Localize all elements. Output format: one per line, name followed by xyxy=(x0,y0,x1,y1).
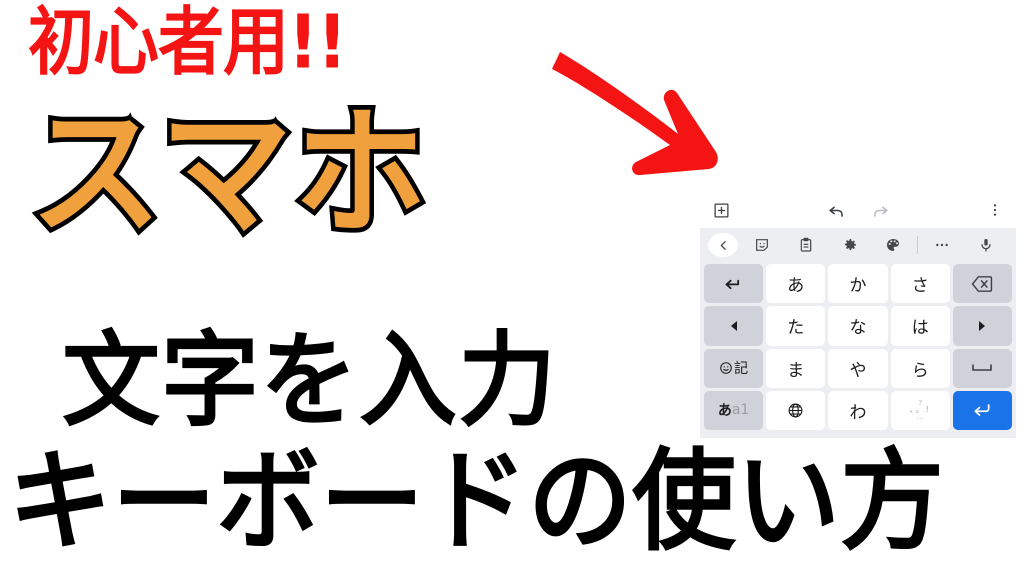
key-punctuation[interactable]: ? 、。! … xyxy=(890,390,950,430)
key-punctuation-flick-bottom: … xyxy=(916,413,924,422)
key-emoji-symbols[interactable]: 記 xyxy=(704,348,764,388)
chevron-left-icon[interactable] xyxy=(708,233,738,257)
microphone-icon[interactable] xyxy=(964,237,1008,253)
thumbnail-canvas: 初心者用!! スマホ 文字を入力 キーボードの使い方 あ か さ た な は 記… xyxy=(0,0,1024,576)
key-ra[interactable]: ら xyxy=(890,348,950,388)
globe-icon xyxy=(788,403,803,418)
gear-icon[interactable] xyxy=(828,237,872,253)
key-ta[interactable]: た xyxy=(766,306,826,346)
key-na[interactable]: な xyxy=(828,306,888,346)
more-vertical-icon[interactable] xyxy=(984,199,1006,221)
key-language[interactable] xyxy=(766,390,826,430)
key-undo-conversion[interactable] xyxy=(704,264,764,304)
space-icon xyxy=(972,364,993,371)
undo-arrow-icon[interactable] xyxy=(825,199,847,221)
headline-orange: スマホ xyxy=(25,92,430,256)
key-ma[interactable]: ま xyxy=(766,348,826,388)
keyboard-screenshot: あ か さ た な は 記 ま や ら あ a1 わ ? 、。! … xyxy=(700,192,1016,438)
key-a[interactable]: あ xyxy=(766,264,826,304)
key-backspace[interactable] xyxy=(952,264,1013,304)
plus-box-icon[interactable] xyxy=(710,199,732,221)
clipboard-icon[interactable] xyxy=(784,237,828,253)
key-row-3: 記 ま や ら xyxy=(704,348,1013,388)
key-space[interactable] xyxy=(952,348,1013,388)
key-input-mode[interactable]: あ a1 xyxy=(704,390,764,430)
more-horizontal-icon[interactable] xyxy=(920,237,964,253)
toolbar-divider xyxy=(917,236,919,254)
key-emoji-label: 記 xyxy=(734,361,749,378)
key-cursor-left[interactable] xyxy=(704,306,764,346)
key-ka[interactable]: か xyxy=(828,264,888,304)
keyboard-toolbar xyxy=(700,228,1016,262)
key-row-4: あ a1 わ ? 、。! … xyxy=(704,390,1013,430)
headline-red: 初心者用!! xyxy=(28,0,347,86)
headline-line-3: キーボードの使い方 xyxy=(8,436,945,566)
key-row-1: あ か さ xyxy=(704,264,1013,304)
key-cursor-right[interactable] xyxy=(952,306,1013,346)
sticker-face-icon[interactable] xyxy=(740,237,784,253)
palette-icon[interactable] xyxy=(871,237,915,253)
arrow-down-right-icon xyxy=(552,52,718,176)
enter-icon xyxy=(974,404,990,417)
key-input-mode-alnum: a1 xyxy=(731,402,750,419)
smiley-icon xyxy=(720,362,732,374)
key-input-mode-kana: あ xyxy=(717,403,732,420)
key-enter[interactable] xyxy=(952,390,1013,430)
key-ya[interactable]: や xyxy=(828,348,888,388)
headline-line-2: 文字を入力 xyxy=(62,321,558,442)
key-wa[interactable]: わ xyxy=(828,390,888,430)
app-bar xyxy=(700,192,1016,228)
redo-arrow-icon[interactable] xyxy=(869,199,891,221)
key-row-2: た な は xyxy=(704,306,1013,346)
key-sa[interactable]: さ xyxy=(890,264,950,304)
key-ha[interactable]: は xyxy=(890,306,950,346)
key-grid: あ か さ た な は 記 ま や ら あ a1 わ ? 、。! … xyxy=(700,262,1016,438)
